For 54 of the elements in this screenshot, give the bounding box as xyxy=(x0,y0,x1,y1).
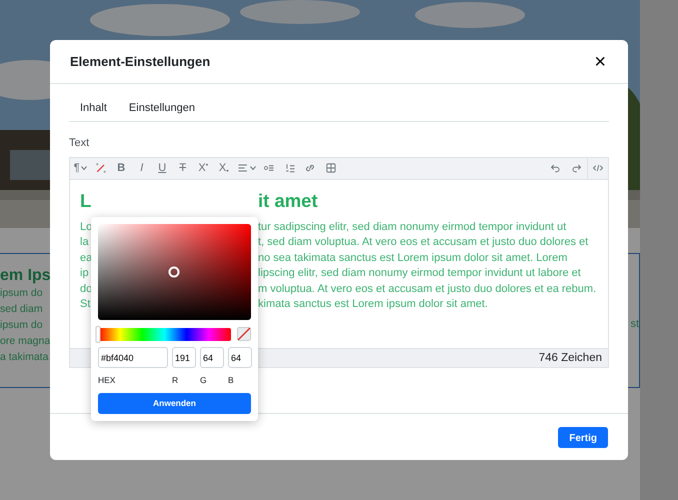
channel-field[interactable]: 64 xyxy=(228,347,252,368)
tab[interactable]: Inhalt xyxy=(69,96,118,121)
tab[interactable]: Einstellungen xyxy=(118,96,206,121)
close-button[interactable]: × xyxy=(592,52,608,72)
body-text: sed diam xyxy=(0,302,43,318)
format-button[interactable]: X$_{•}$ xyxy=(214,158,234,178)
field-label: B xyxy=(228,374,235,387)
color-area[interactable] xyxy=(98,224,251,320)
body-text: lipscing elitr, sed diam nonumy eirmod tempor invidunt ut labore et xyxy=(258,266,581,281)
character-count: 746 Zeichen xyxy=(538,352,602,364)
body-text: m voluptua. At vero eos et accusam et justo duo dolores et ea rebum. xyxy=(258,282,596,296)
format-button[interactable]: ¶ xyxy=(70,158,90,178)
body-text: ipsum do xyxy=(0,286,43,302)
bold-button[interactable]: B xyxy=(111,158,132,178)
align-icon xyxy=(237,162,249,174)
field-label: R xyxy=(172,374,180,387)
body-text: no sea takimata sanctus est Lorem ipsum dolor sit amet. Lorem xyxy=(258,250,568,266)
field-label: Text xyxy=(69,136,90,151)
body-text: ipsum do xyxy=(0,318,43,334)
hex-field[interactable]: #bf4040 xyxy=(98,347,168,368)
heading-text: it amet xyxy=(258,190,318,212)
field-label: HEX xyxy=(98,374,116,387)
field-label: G xyxy=(200,374,208,387)
underline-button[interactable]: U xyxy=(152,158,172,178)
body-text: St xyxy=(80,297,90,312)
numbered-list-icon xyxy=(284,162,296,174)
hue-slider[interactable] xyxy=(98,328,231,340)
channel-field[interactable]: 64 xyxy=(200,347,224,368)
format-button[interactable]: X$^{•}$ xyxy=(193,158,214,178)
table-icon xyxy=(324,162,337,174)
body-text: a takimata xyxy=(0,350,48,366)
hue-thumb[interactable] xyxy=(96,326,100,342)
redo-icon xyxy=(570,162,582,174)
channel-field[interactable]: 191 xyxy=(172,347,196,368)
body-text: t, sed diam voluptua. At vero eos et accusam et justo duo dolores et xyxy=(258,235,588,250)
body-text: ip xyxy=(80,266,89,281)
color-icon xyxy=(94,162,107,174)
body-text: la xyxy=(80,235,89,250)
heading-text: L xyxy=(80,190,92,212)
dialog-title: Element-Einstellungen xyxy=(70,52,210,71)
link-icon xyxy=(304,162,316,174)
code-icon xyxy=(592,162,604,174)
body-text: ore magna xyxy=(0,334,50,350)
body-text: tur sadipscing elitr, sed diam nonumy eirmod tempor invidunt ut xyxy=(258,220,566,234)
heading-text: em Ips xyxy=(0,266,51,286)
done-button[interactable]: Fertig xyxy=(558,426,608,448)
italic-button[interactable]: I xyxy=(132,158,152,178)
body-text: st xyxy=(630,317,639,332)
apply-button[interactable]: Anwenden xyxy=(98,392,251,414)
color-marker[interactable] xyxy=(168,266,180,278)
no-color-icon xyxy=(237,327,251,341)
undo-icon xyxy=(550,162,562,174)
body-text: kimata sanctus est Lorem ipsum dolor sit amet. xyxy=(258,297,488,312)
strikethrough-button[interactable]: T xyxy=(172,158,193,178)
